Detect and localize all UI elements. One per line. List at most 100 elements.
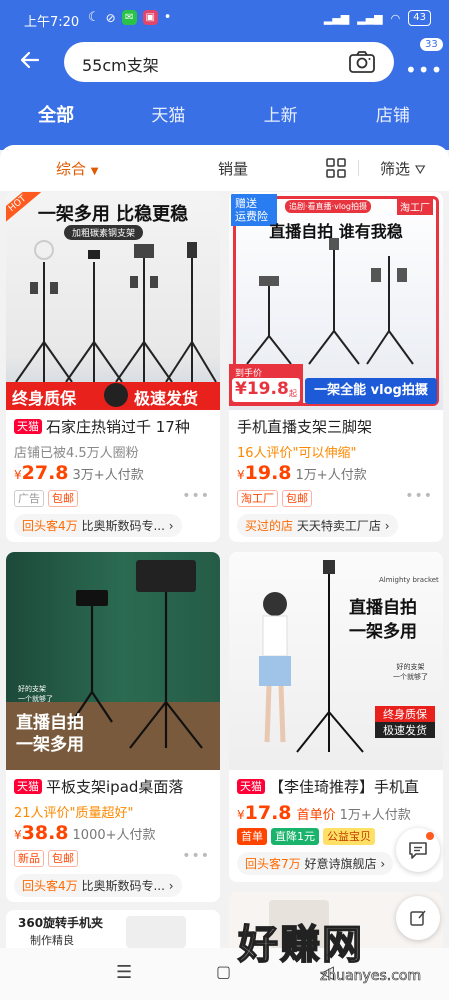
product-image: 赠送 运费险 追剧·看直播·vlog拍摄 淘工厂 直播自拍 谁有我稳 到手价 ¥… xyxy=(229,192,443,410)
home-nav-icon[interactable]: ▢ xyxy=(216,962,231,981)
tag-list: 新品 包邮 xyxy=(14,850,78,867)
image-small-text: 好的支架 一个就够了 xyxy=(393,663,428,681)
tab-tmall[interactable]: 天猫 xyxy=(112,96,224,136)
signal2-icon: ▂▄▆ xyxy=(357,11,383,25)
tab-stores[interactable]: 店铺 xyxy=(337,96,449,136)
shop-name: 比奥斯数码专... xyxy=(81,879,165,893)
filter-button[interactable]: 筛选 ⛛ xyxy=(380,158,426,179)
sort-sales[interactable]: 销量 xyxy=(218,158,248,179)
shop-name: 天天特卖工厂店 xyxy=(296,519,381,533)
partial-card-text: 360旋转手机夹 xyxy=(18,916,104,930)
tag: 淘工厂 xyxy=(237,490,278,507)
tripod-illustration xyxy=(15,240,217,383)
notification-off-icon: ⊘ xyxy=(105,10,116,25)
currency: ¥ xyxy=(14,468,22,482)
edit-float-button[interactable] xyxy=(396,896,440,940)
brand-label: 淘工厂 xyxy=(397,198,433,215)
price: 17.8 xyxy=(244,802,292,824)
price-sticker-suffix: 起 xyxy=(289,389,297,398)
shop-link[interactable]: 回头客4万 比奥斯数码专... › xyxy=(14,514,182,537)
price: 38.8 xyxy=(21,822,69,844)
dropdown-triangle-icon: ▼ xyxy=(90,166,99,177)
banner-circle xyxy=(104,383,128,407)
back-arrow-icon[interactable] xyxy=(18,48,48,76)
chevron-right-icon: › xyxy=(384,519,390,533)
product-title-row: 手机直播支架三脚架 xyxy=(237,416,437,437)
tripod-illustration xyxy=(246,238,414,365)
notification-dot xyxy=(426,832,434,840)
sort-comprehensive-label: 综合 xyxy=(56,160,87,178)
currency: ¥ xyxy=(237,808,245,822)
sales-count: 1万+人付款 xyxy=(339,808,411,823)
filter-funnel-icon: ⛛ xyxy=(414,163,426,178)
grid-view-icon[interactable] xyxy=(326,158,346,178)
banner-left-text: 终身质保 xyxy=(12,389,77,408)
status-icons: ☾ ⊘ ✉ ▣ • xyxy=(88,10,171,25)
product-title: 平板支架ipad桌面落 xyxy=(46,778,184,796)
price-row: ¥27.8 3万+人付款 xyxy=(14,462,144,484)
tab-all[interactable]: 全部 xyxy=(0,96,112,136)
search-input[interactable]: 55cm支架 xyxy=(64,42,394,82)
product-title-row: 天猫 石家庄热销过千 17种 xyxy=(14,416,214,437)
image-small-text: 好的支架 一个就够了 xyxy=(18,685,53,703)
shop-link[interactable]: 回头客7万 好意诗旗舰店 › xyxy=(237,852,394,875)
image-black-label: 极速发货 xyxy=(375,722,435,738)
more-options-icon[interactable]: ••• xyxy=(182,848,210,864)
product-title-row: 天猫 【李佳琦推荐】手机直 xyxy=(237,776,437,797)
banner-right-text: 极速发货 xyxy=(134,389,199,408)
chat-float-button[interactable] xyxy=(396,828,440,872)
product-subtitle: 16人评价"可以伸缩" xyxy=(237,446,357,461)
tag: 包邮 xyxy=(282,490,312,507)
more-options-icon[interactable]: ••• xyxy=(405,488,433,504)
product-card[interactable]: HOT 一架多用 比稳更稳 加粗碳素钢支架 终身质保 极速发货 天猫 石家庄热销过… xyxy=(6,192,220,542)
image-headline: 直播自拍 一架多用 xyxy=(16,713,84,755)
price: 19.8 xyxy=(244,462,292,484)
tag: 直降1元 xyxy=(271,828,319,845)
more-options-icon[interactable]: ••• xyxy=(182,488,210,504)
product-title: 手机直播支架三脚架 xyxy=(237,418,373,436)
search-row: 55cm支架 ••• 33 xyxy=(0,38,449,86)
battery-icon: 43 xyxy=(408,10,431,26)
sales-count: 1000+人付款 xyxy=(72,828,156,843)
sales-count: 3万+人付款 xyxy=(72,468,144,483)
sort-comprehensive[interactable]: 综合 ▼ xyxy=(56,158,99,179)
status-bar: 上午7:20 ☾ ⊘ ✉ ▣ • ▂▄▆ ▂▄▆ ◠ 43 xyxy=(0,0,449,38)
chevron-right-icon: › xyxy=(168,879,174,893)
shop-name: 好意诗旗舰店 xyxy=(304,857,377,871)
product-card[interactable]: 360旋转手机夹 制作精良 xyxy=(6,910,220,948)
divider xyxy=(358,160,359,176)
shop-link[interactable]: 回头客4万 比奥斯数码专... › xyxy=(14,874,182,897)
product-image: 好的支架 一个就够了 直播自拍 一架多用 xyxy=(6,552,220,770)
tab-new[interactable]: 上新 xyxy=(225,96,337,136)
status-time: 上午7:20 xyxy=(24,15,80,30)
shop-link[interactable]: 买过的店 天天特卖工厂店 › xyxy=(237,514,398,537)
product-card[interactable]: 赠送 运费险 追剧·看直播·vlog拍摄 淘工厂 直播自拍 谁有我稳 到手价 ¥… xyxy=(229,192,443,542)
menu-nav-icon[interactable]: ☰ xyxy=(116,962,132,983)
product-subtitle: 店铺已被4.5万人圈粉 xyxy=(14,446,139,461)
price-sticker-value: ¥19.8 xyxy=(235,379,289,399)
shop-name: 比奥斯数码专... xyxy=(81,519,165,533)
product-image: Almighty bracket 直播自拍 一架多用 好的支架 一个就够了 终身… xyxy=(229,552,443,770)
product-title-row: 天猫 平板支架ipad桌面落 xyxy=(14,776,214,797)
chips-label: 追剧·看直播·vlog拍摄 xyxy=(285,200,372,213)
partial-card-subtext: 制作精良 xyxy=(30,934,74,947)
tag: 新品 xyxy=(14,850,44,867)
chat-icon xyxy=(409,842,427,859)
product-subtitle: 21人评价"质量超好" xyxy=(14,806,134,821)
product-title: 【李佳琦推荐】手机直 xyxy=(269,778,420,796)
price-label: 首单价 xyxy=(296,808,336,823)
wifi-icon: ◠ xyxy=(390,11,401,25)
currency: ¥ xyxy=(14,828,22,842)
product-card[interactable]: 好的支架 一个就够了 直播自拍 一架多用 天猫 平板支架ipad桌面落 21人评价… xyxy=(6,552,220,902)
tag: 首单 xyxy=(237,828,267,845)
tmall-badge: 天猫 xyxy=(237,779,265,794)
more-menu-icon[interactable]: ••• xyxy=(405,58,443,82)
more-badge: 33 xyxy=(420,38,443,51)
chevron-right-icon: › xyxy=(380,857,386,871)
product-image: HOT 一架多用 比稳更稳 加粗碳素钢支架 终身质保 极速发货 xyxy=(6,192,220,410)
tmall-badge: 天猫 xyxy=(14,419,42,434)
watermark-url: zhuanyes.com xyxy=(320,968,422,985)
camera-icon[interactable] xyxy=(348,50,376,73)
currency: ¥ xyxy=(237,468,245,482)
image-banner: 终身质保 极速发货 xyxy=(6,382,220,410)
